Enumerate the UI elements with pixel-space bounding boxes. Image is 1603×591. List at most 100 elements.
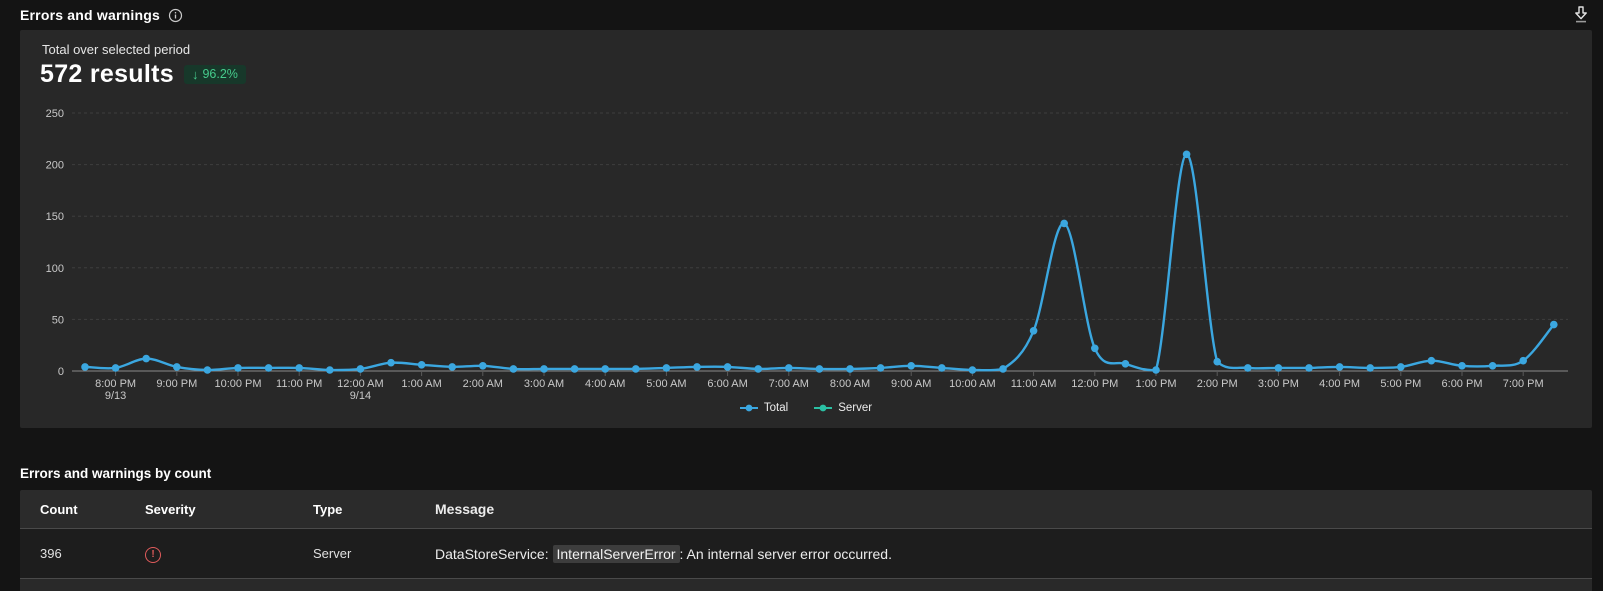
data-point[interactable] bbox=[264, 364, 273, 372]
data-point[interactable] bbox=[1091, 344, 1099, 353]
data-point[interactable] bbox=[509, 365, 518, 373]
data-point[interactable] bbox=[203, 366, 212, 374]
errors-table: Count Severity Type Message 396 ! Server… bbox=[20, 490, 1592, 591]
data-point[interactable] bbox=[1213, 357, 1221, 366]
svg-text:12:00 AM: 12:00 AM bbox=[337, 378, 383, 390]
data-point[interactable] bbox=[785, 364, 793, 372]
data-point[interactable] bbox=[570, 365, 579, 373]
data-point[interactable] bbox=[1152, 366, 1160, 374]
page-title: Errors and warnings bbox=[20, 7, 160, 23]
message-cell: DataStoreService: InternalServerError: A… bbox=[435, 544, 1592, 563]
svg-text:200: 200 bbox=[46, 160, 64, 172]
data-point[interactable] bbox=[662, 364, 671, 372]
arrow-down-icon: ↓ bbox=[191, 67, 199, 82]
chart-axes: 0 50 100 150 200 250 8:00 PM 9:00 PM 10:00 PM 11:… bbox=[46, 108, 1568, 400]
data-point[interactable] bbox=[1366, 364, 1374, 372]
data-point[interactable] bbox=[1488, 362, 1497, 370]
data-point[interactable] bbox=[876, 364, 885, 372]
svg-text:0: 0 bbox=[58, 366, 64, 378]
svg-text:6:00 PM: 6:00 PM bbox=[1442, 378, 1483, 390]
error-code-highlight: InternalServerError bbox=[552, 544, 680, 563]
data-point[interactable] bbox=[387, 358, 395, 367]
table-row[interactable]: 396 ! Server DataStoreService: InternalS… bbox=[20, 528, 1592, 578]
data-point[interactable] bbox=[448, 363, 457, 371]
data-point[interactable] bbox=[846, 365, 854, 373]
download-icon[interactable] bbox=[1573, 6, 1589, 24]
data-point[interactable] bbox=[142, 354, 150, 363]
message-prefix: DataStoreService: bbox=[435, 545, 553, 562]
legend-label: Total bbox=[763, 402, 789, 414]
svg-text:5:00 PM: 5:00 PM bbox=[1380, 378, 1421, 390]
data-point[interactable] bbox=[938, 364, 946, 372]
data-point[interactable] bbox=[723, 363, 732, 371]
data-point[interactable] bbox=[815, 365, 824, 373]
legend-item-server[interactable]: Server bbox=[814, 402, 872, 414]
data-point[interactable] bbox=[1274, 364, 1283, 372]
data-point[interactable] bbox=[1458, 362, 1466, 370]
data-point[interactable] bbox=[173, 363, 181, 371]
svg-text:8:00 AM: 8:00 AM bbox=[830, 378, 870, 390]
data-point[interactable] bbox=[1305, 364, 1313, 372]
data-point[interactable] bbox=[540, 365, 548, 373]
chart-grid bbox=[72, 112, 1568, 320]
svg-text:7:00 PM: 7:00 PM bbox=[1503, 378, 1544, 390]
svg-text:2:00 PM: 2:00 PM bbox=[1197, 378, 1238, 390]
data-point[interactable] bbox=[111, 364, 120, 372]
data-point[interactable] bbox=[295, 364, 304, 372]
data-point[interactable] bbox=[907, 362, 915, 370]
data-point[interactable] bbox=[1550, 320, 1558, 329]
data-point[interactable] bbox=[1519, 356, 1527, 365]
chart-legend: Total Server bbox=[20, 402, 1592, 414]
svg-text:50: 50 bbox=[52, 314, 64, 326]
data-point[interactable] bbox=[356, 365, 365, 373]
data-point[interactable] bbox=[417, 361, 426, 369]
col-header-message: Message bbox=[435, 501, 495, 517]
errors-line-chart[interactable]: 0 50 100 150 200 250 8:00 PM 9:00 PM 10:00 PM 11:… bbox=[20, 100, 1592, 400]
delta-badge: ↓ 96.2% bbox=[183, 65, 246, 84]
summary-label: Total over selected period bbox=[42, 42, 191, 57]
svg-text:8:00 PM: 8:00 PM bbox=[95, 378, 136, 390]
data-point[interactable] bbox=[632, 365, 640, 373]
svg-text:12:00 PM: 12:00 PM bbox=[1071, 378, 1118, 390]
data-point[interactable] bbox=[1244, 364, 1252, 372]
data-point[interactable] bbox=[754, 365, 762, 373]
svg-text:11:00 AM: 11:00 AM bbox=[1011, 378, 1057, 390]
data-point[interactable] bbox=[1182, 150, 1191, 159]
svg-text:2:00 AM: 2:00 AM bbox=[463, 378, 503, 390]
table-header-row: Count Severity Type Message bbox=[20, 490, 1592, 528]
data-point[interactable] bbox=[601, 365, 609, 373]
data-point[interactable] bbox=[693, 363, 701, 371]
chart-panel: Total over selected period 572 results ↓… bbox=[20, 30, 1592, 428]
svg-text:150: 150 bbox=[46, 211, 64, 223]
col-header-type: Type bbox=[313, 501, 343, 517]
data-point[interactable] bbox=[1121, 360, 1130, 368]
svg-text:9/14: 9/14 bbox=[350, 390, 371, 400]
data-point[interactable] bbox=[81, 363, 89, 371]
svg-text:4:00 AM: 4:00 AM bbox=[585, 378, 625, 390]
legend-label: Server bbox=[838, 402, 873, 414]
data-point[interactable] bbox=[1060, 219, 1068, 228]
svg-text:7:00 AM: 7:00 AM bbox=[769, 378, 809, 390]
table-row-partial bbox=[20, 578, 1592, 591]
legend-marker-icon bbox=[814, 404, 833, 412]
delta-value: 96.2% bbox=[202, 67, 238, 82]
svg-text:100: 100 bbox=[46, 263, 64, 275]
data-point[interactable] bbox=[968, 366, 977, 374]
svg-text:6:00 AM: 6:00 AM bbox=[707, 378, 747, 390]
data-point[interactable] bbox=[479, 362, 487, 370]
legend-marker-icon bbox=[739, 404, 758, 412]
table-heading: Errors and warnings by count bbox=[20, 466, 212, 481]
svg-text:3:00 PM: 3:00 PM bbox=[1258, 378, 1299, 390]
count-cell: 396 bbox=[40, 546, 62, 561]
data-point[interactable] bbox=[1427, 356, 1436, 365]
svg-text:3:00 AM: 3:00 AM bbox=[524, 378, 564, 390]
data-point[interactable] bbox=[326, 366, 334, 374]
data-point[interactable] bbox=[234, 364, 242, 372]
data-point[interactable] bbox=[1029, 327, 1038, 335]
legend-item-total[interactable]: Total bbox=[739, 402, 789, 414]
data-point[interactable] bbox=[1335, 363, 1344, 371]
data-point[interactable] bbox=[1397, 363, 1405, 371]
info-icon[interactable] bbox=[168, 8, 183, 23]
data-point[interactable] bbox=[999, 365, 1007, 373]
svg-text:9/13: 9/13 bbox=[105, 390, 126, 400]
